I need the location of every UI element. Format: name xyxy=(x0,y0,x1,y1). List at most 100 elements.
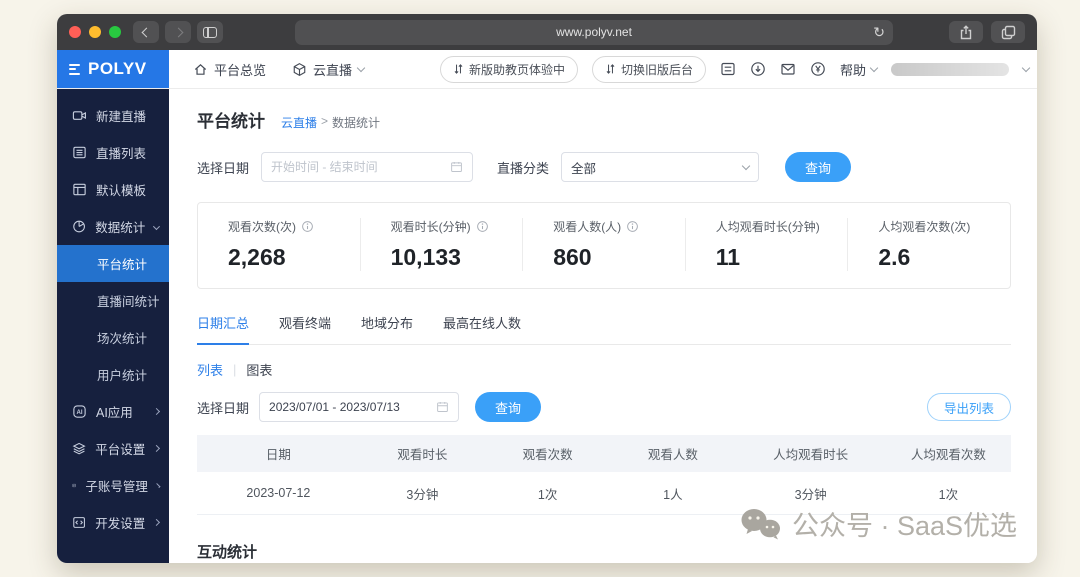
col-header-avg-views: 人均观看次数 xyxy=(910,448,986,462)
account-name-redacted[interactable] xyxy=(891,62,1009,76)
sidebar-item-platform-settings[interactable]: 平台设置 xyxy=(57,430,169,467)
tab-region-distribution[interactable]: 地域分布 xyxy=(361,313,413,344)
top-nav: 平台总览 云直播 xyxy=(169,50,366,88)
browser-chrome: www.polyv.net ↻ xyxy=(57,14,1037,50)
watermark: 公众号 · SaaS优选 xyxy=(740,504,1017,543)
pie-chart-icon xyxy=(73,220,85,233)
breadcrumb-current: 数据统计 xyxy=(332,116,381,130)
stat-view-duration: 观看时长(分钟) 10,133 xyxy=(359,218,523,271)
calendar-icon xyxy=(437,401,448,412)
date-query-input[interactable] xyxy=(269,400,437,414)
sidebar-item-default-template[interactable]: 默认模板 xyxy=(57,171,169,208)
home-icon xyxy=(194,63,207,75)
date-range-picker[interactable] xyxy=(261,152,474,182)
messages-button[interactable] xyxy=(780,61,796,77)
date-range-input[interactable] xyxy=(271,160,450,174)
query-button[interactable]: 查询 xyxy=(785,152,852,182)
address-bar[interactable]: www.polyv.net ↻ xyxy=(295,19,893,45)
tab-view-terminal[interactable]: 观看终端 xyxy=(279,313,331,344)
balance-button[interactable] xyxy=(810,61,826,77)
date-query-picker[interactable] xyxy=(259,392,460,422)
share-button[interactable] xyxy=(949,21,983,43)
zoom-window-button[interactable] xyxy=(109,26,121,38)
sidebar-label: 默认模板 xyxy=(96,184,147,198)
tab-max-online[interactable]: 最高在线人数 xyxy=(443,313,521,344)
url-text: www.polyv.net xyxy=(556,25,632,39)
col-header-viewers: 观看人数 xyxy=(647,448,698,462)
browser-window: www.polyv.net ↻ POLYV 平台总览 云直播 新版助教页体验中 … xyxy=(57,14,1037,563)
sidebar-item-dev-settings[interactable]: 开发设置 xyxy=(57,504,169,541)
sidebar-item-live-list[interactable]: 直播列表 xyxy=(57,134,169,171)
nav-platform-overview[interactable]: 平台总览 xyxy=(193,60,266,79)
export-list-button[interactable]: 导出列表 xyxy=(926,393,1011,421)
stat-value: 2,268 xyxy=(228,244,286,270)
share-icon xyxy=(960,24,972,39)
stat-avg-duration: 人均观看时长(分钟) 11 xyxy=(684,218,848,271)
sidebar-item-data-statistics[interactable]: 数据统计 xyxy=(57,208,169,245)
sidebar-item-subaccount-management[interactable]: 子账号管理 xyxy=(57,467,169,504)
interaction-statistics-title: 互动统计 xyxy=(197,544,258,561)
reload-icon[interactable]: ↻ xyxy=(873,25,885,39)
chevron-down-icon xyxy=(1021,63,1031,72)
sidebar-sublabel: 直播间统计 xyxy=(97,295,160,309)
calendar-icon xyxy=(451,161,462,172)
switch-old-version-button[interactable]: 切换旧版后台 xyxy=(591,55,706,83)
view-toggle: 列表 | 图表 xyxy=(197,360,1011,379)
sidebar-item-user-statistics[interactable]: 用户统计 xyxy=(57,356,169,393)
sidebar-item-new-live[interactable]: 新建直播 xyxy=(57,97,169,134)
pill-label: 新版助教页体验中 xyxy=(468,62,565,77)
ai-icon: AI xyxy=(73,405,86,418)
chevron-right-icon xyxy=(153,445,161,452)
help-label: 帮助 xyxy=(839,62,866,78)
sidebar-sublabel: 场次统计 xyxy=(97,332,148,346)
chevron-right-icon xyxy=(153,519,161,526)
stat-value: 2.6 xyxy=(878,244,911,270)
document-button[interactable] xyxy=(720,61,736,77)
polyv-logo: POLYV xyxy=(88,59,147,78)
cell-date: 2023-07-12 xyxy=(246,486,311,500)
sidebar-toggle-button[interactable] xyxy=(197,21,223,43)
tabs-overview-button[interactable] xyxy=(991,21,1025,43)
minimize-window-button[interactable] xyxy=(89,26,101,38)
traffic-lights xyxy=(69,26,121,38)
breadcrumb-parent[interactable]: 云直播 xyxy=(281,114,317,131)
sidebar-icon xyxy=(203,26,217,38)
nav-label: 平台总览 xyxy=(214,62,267,78)
nav-label: 云直播 xyxy=(313,62,353,78)
category-select[interactable]: 全部 xyxy=(561,152,760,182)
info-icon[interactable] xyxy=(301,220,314,233)
sidebar-label: 直播列表 xyxy=(96,147,147,161)
forward-button[interactable] xyxy=(165,21,191,43)
document-icon xyxy=(721,62,735,76)
new-assistant-page-button[interactable]: 新版助教页体验中 xyxy=(439,55,578,83)
sidebar-item-session-statistics[interactable]: 场次统计 xyxy=(57,319,169,356)
nav-cloud-live[interactable]: 云直播 xyxy=(292,60,366,79)
sidebar-label: 新建直播 xyxy=(96,110,147,124)
help-menu[interactable]: 帮助 xyxy=(839,60,879,79)
date-query-button[interactable]: 查询 xyxy=(475,392,542,422)
svg-text:AI: AI xyxy=(76,409,82,416)
filter-row: 选择日期 直播分类 全部 查询 xyxy=(197,152,1011,182)
tab-date-summary[interactable]: 日期汇总 xyxy=(197,313,250,345)
close-window-button[interactable] xyxy=(69,26,81,38)
swap-arrows-icon xyxy=(606,64,615,74)
sidebar-item-platform-statistics[interactable]: 平台统计 xyxy=(57,245,169,282)
sidebar-item-room-statistics[interactable]: 直播间统计 xyxy=(57,282,169,319)
cube-icon xyxy=(293,62,306,76)
sidebar-item-ai-apps[interactable]: AI AI应用 xyxy=(57,393,169,430)
chart-view-toggle[interactable]: 图表 xyxy=(246,360,272,379)
screenshot-stage: www.polyv.net ↻ POLYV 平台总览 云直播 新版助教页体验中 … xyxy=(0,0,1080,577)
menu-icon[interactable] xyxy=(69,63,80,75)
stat-value: 11 xyxy=(715,244,741,270)
cell-viewers: 1人 xyxy=(663,487,683,502)
download-button[interactable] xyxy=(750,61,766,77)
back-button[interactable] xyxy=(133,21,159,43)
info-icon[interactable] xyxy=(476,220,489,233)
app-body: 新建直播 直播列表 默认模板 数据统计 平台统计 直播间统计 场次统计 用户统计… xyxy=(57,89,1037,563)
logo-block[interactable]: POLYV xyxy=(57,50,169,88)
list-icon xyxy=(73,146,86,159)
list-view-toggle[interactable]: 列表 xyxy=(197,360,223,379)
info-icon[interactable] xyxy=(626,220,639,233)
download-circle-icon xyxy=(751,62,765,76)
pill-label: 切换旧版后台 xyxy=(620,62,693,77)
